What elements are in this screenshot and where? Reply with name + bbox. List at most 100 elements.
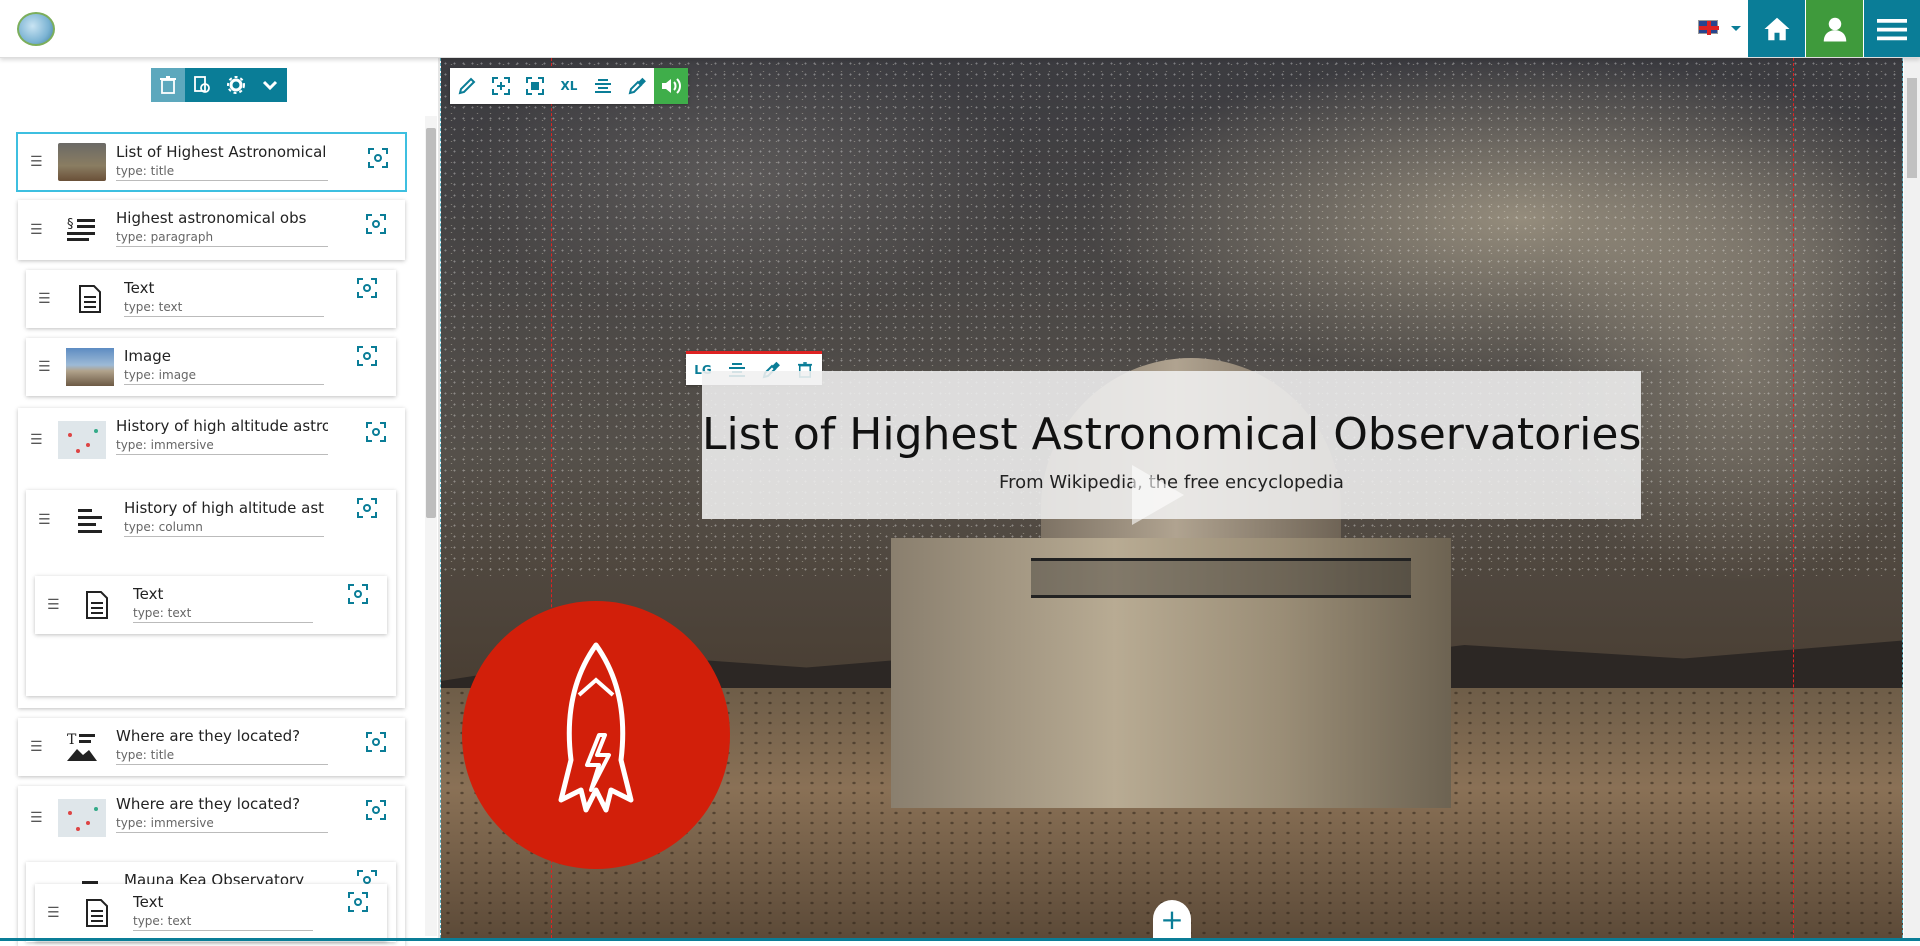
eyedropper-icon bbox=[628, 77, 646, 95]
focus-icon[interactable] bbox=[357, 278, 377, 298]
node-type: type: text bbox=[124, 300, 324, 317]
text-icon bbox=[66, 280, 114, 318]
node-type: type: image bbox=[124, 368, 324, 385]
svg-text:§: § bbox=[67, 217, 74, 232]
svg-text:T: T bbox=[67, 732, 77, 748]
fit-button[interactable] bbox=[484, 68, 518, 104]
node-title: Text bbox=[133, 585, 164, 603]
list-item[interactable]: ☰ § Highest astronomical obs type: parag… bbox=[18, 200, 405, 260]
globe-logo[interactable] bbox=[17, 12, 55, 46]
focus-icon[interactable] bbox=[357, 346, 377, 366]
list-item[interactable]: ☰ List of Highest Astronomical O type: t… bbox=[16, 132, 407, 192]
edit-button[interactable] bbox=[450, 68, 484, 104]
size-button[interactable]: XL bbox=[552, 68, 586, 104]
node-type: type: text bbox=[133, 606, 313, 623]
drag-handle-icon[interactable]: ☰ bbox=[38, 512, 51, 528]
align-button[interactable] bbox=[586, 68, 620, 104]
delete-button[interactable] bbox=[151, 68, 185, 102]
align-center-icon bbox=[595, 79, 611, 93]
focus-icon[interactable] bbox=[348, 892, 368, 912]
gear-icon bbox=[227, 76, 245, 94]
paragraph-icon: § bbox=[58, 211, 106, 249]
column-icon bbox=[66, 501, 114, 539]
canvas-scrollbar[interactable] bbox=[1904, 58, 1920, 938]
add-section-button[interactable]: + bbox=[1153, 900, 1191, 938]
drag-handle-icon[interactable]: ☰ bbox=[30, 154, 43, 170]
node-title: List of Highest Astronomical O bbox=[116, 143, 328, 161]
home-button[interactable] bbox=[1748, 0, 1805, 57]
drag-handle-icon[interactable]: ☰ bbox=[30, 222, 43, 238]
list-item[interactable]: ☰ Text type: text bbox=[35, 576, 387, 634]
drag-handle-icon[interactable]: ☰ bbox=[30, 739, 43, 755]
text-icon bbox=[73, 586, 121, 624]
home-icon bbox=[1764, 17, 1789, 40]
node-title: Highest astronomical obs bbox=[116, 209, 307, 227]
node-type: type: immersive bbox=[116, 816, 328, 833]
expand-icon bbox=[492, 77, 510, 95]
fullscreen-button[interactable] bbox=[518, 68, 552, 104]
list-item[interactable]: ☰ Text type: text bbox=[26, 270, 396, 328]
canvas-border bbox=[1902, 58, 1903, 938]
node-type: type: text bbox=[133, 914, 313, 931]
list-item[interactable]: ☰ T Where are they located? type: title bbox=[18, 718, 405, 776]
node-title: Where are they located? bbox=[116, 795, 301, 813]
node-type: type: paragraph bbox=[116, 230, 328, 247]
page-title[interactable]: List of Highest Astronomical Observatori… bbox=[702, 409, 1641, 460]
preview-icon bbox=[194, 76, 210, 93]
canvas-border bbox=[440, 58, 441, 938]
fullscreen-icon bbox=[526, 77, 544, 95]
top-bar bbox=[0, 0, 1920, 58]
text-icon bbox=[73, 894, 121, 932]
focus-icon[interactable] bbox=[366, 800, 386, 820]
node-type: type: immersive bbox=[116, 438, 328, 455]
focus-icon[interactable] bbox=[348, 584, 368, 604]
drag-handle-icon[interactable]: ☰ bbox=[38, 359, 51, 375]
menu-icon bbox=[1877, 18, 1907, 40]
focus-icon[interactable] bbox=[368, 148, 388, 168]
chevron-down-icon bbox=[262, 80, 278, 91]
sidebar-scrollbar-thumb[interactable] bbox=[426, 128, 436, 518]
pencil-icon bbox=[458, 77, 476, 95]
title-thumbnail bbox=[58, 143, 106, 181]
language-caret-icon[interactable] bbox=[1731, 26, 1741, 31]
collapse-button[interactable] bbox=[253, 68, 287, 102]
margin-guide-right bbox=[1793, 58, 1794, 938]
menu-button[interactable] bbox=[1864, 0, 1920, 57]
map-thumbnail bbox=[58, 799, 106, 837]
preview-button[interactable] bbox=[185, 68, 219, 102]
title-icon: T bbox=[58, 728, 106, 766]
settings-button[interactable] bbox=[219, 68, 253, 102]
sidebar-toolbar bbox=[151, 68, 289, 102]
map-thumbnail bbox=[58, 421, 106, 459]
section-toolbar: XL bbox=[450, 68, 688, 104]
list-item[interactable]: ☰ Image type: image bbox=[26, 338, 396, 396]
node-type: type: title bbox=[116, 164, 328, 181]
node-type: type: title bbox=[116, 748, 328, 765]
list-item[interactable]: ☰ Text type: text bbox=[35, 884, 387, 941]
node-title: Text bbox=[133, 893, 164, 911]
language-flag-icon[interactable] bbox=[1698, 20, 1719, 35]
focus-icon[interactable] bbox=[366, 732, 386, 752]
trash-icon bbox=[160, 76, 176, 94]
node-title: Where are they located? bbox=[116, 727, 301, 745]
color-picker-button[interactable] bbox=[620, 68, 654, 104]
focus-icon[interactable] bbox=[366, 422, 386, 442]
focus-icon[interactable] bbox=[366, 214, 386, 234]
volume-icon bbox=[662, 78, 681, 94]
drag-handle-icon[interactable]: ☰ bbox=[38, 291, 51, 307]
observatory-balcony bbox=[1031, 558, 1411, 598]
drag-handle-icon[interactable]: ☰ bbox=[47, 905, 60, 921]
node-title: History of high altitude astrc bbox=[124, 499, 324, 517]
drag-handle-icon[interactable]: ☰ bbox=[47, 597, 60, 613]
focus-icon[interactable] bbox=[357, 498, 377, 518]
audio-button[interactable] bbox=[654, 68, 688, 104]
node-type: type: column bbox=[124, 520, 324, 537]
drag-handle-icon[interactable]: ☰ bbox=[30, 810, 43, 826]
user-icon bbox=[1823, 17, 1846, 41]
drag-handle-icon[interactable]: ☰ bbox=[30, 432, 43, 448]
canvas-scrollbar-thumb[interactable] bbox=[1907, 78, 1917, 178]
user-button[interactable] bbox=[1806, 0, 1863, 57]
node-title: Image bbox=[124, 347, 171, 365]
play-icon[interactable] bbox=[1132, 465, 1184, 525]
node-title: Text bbox=[124, 279, 155, 297]
